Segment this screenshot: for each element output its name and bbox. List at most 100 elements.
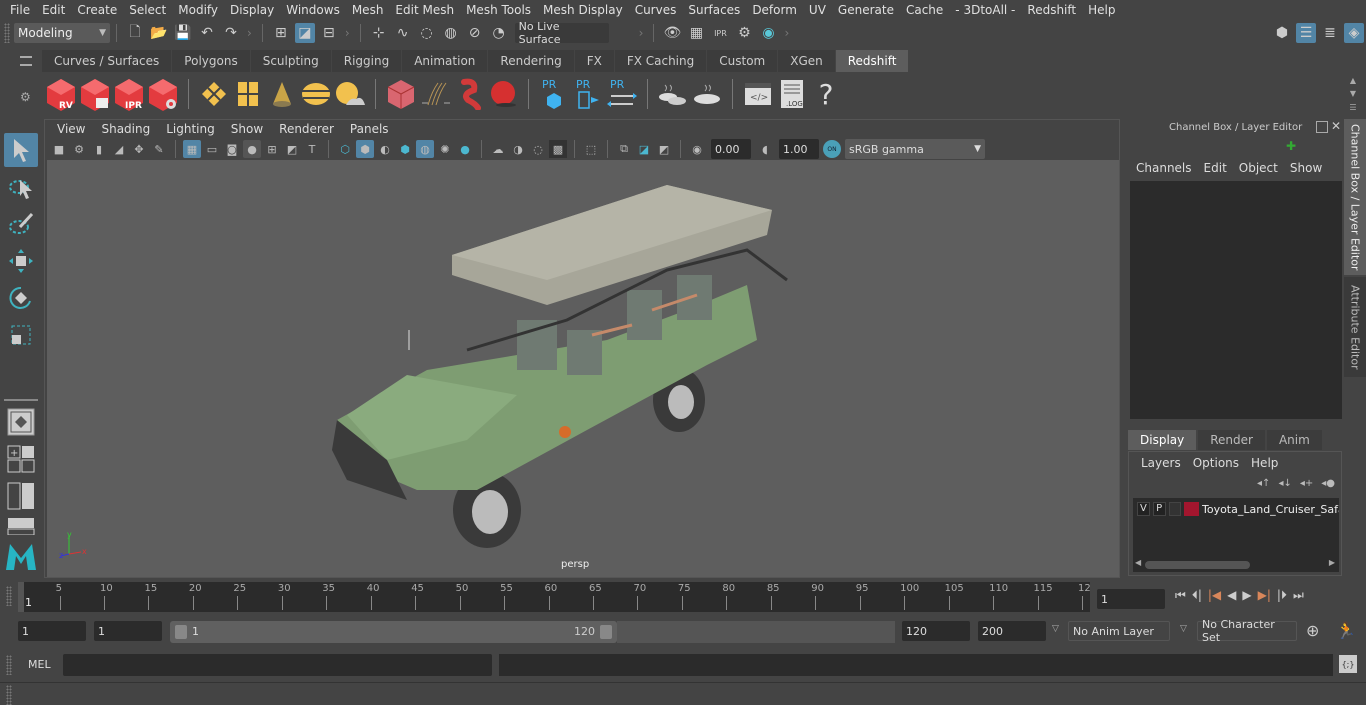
shelf-tab-sculpting[interactable]: Sculpting [250,50,331,72]
current-frame-field[interactable]: 1 [1097,589,1165,609]
paint-select-tool[interactable] [4,207,38,241]
character-set-dropdown[interactable]: No Character Set [1197,618,1297,644]
shelf-tab-rendering[interactable]: Rendering [488,50,574,72]
live-surface-field[interactable]: No Live Surface [514,20,609,46]
default-material-icon[interactable]: ◐ [376,140,394,158]
menu-edit-mesh[interactable]: Edit Mesh [389,3,460,17]
viewport-menu-view[interactable]: View [49,122,93,136]
wireframe-icon[interactable]: ⬡ [336,140,354,158]
redshift-sphere-icon[interactable] [487,76,519,112]
new-layer-selected-icon[interactable]: ◂● [1321,478,1335,489]
layer-menu-options[interactable]: Options [1187,456,1245,470]
viewport-menu-shading[interactable]: Shading [93,122,158,136]
redo-icon[interactable]: ↷ [221,23,241,43]
bake-multi-icon[interactable] [657,76,689,112]
playback-end-field[interactable]: 120 [902,621,970,641]
redshift-render-view-icon[interactable]: RV [45,76,77,112]
xray-joints-icon[interactable]: ◪ [635,140,653,158]
pr-convert-icon[interactable]: PR [606,76,638,112]
shelf-tab-fx-caching[interactable]: FX Caching [614,50,707,72]
select-object-icon[interactable]: ◪ [294,23,315,43]
attribute-editor-toggle-icon[interactable]: ☰ [1296,23,1316,43]
use-all-lights-icon[interactable]: ✺ [436,140,454,158]
layer-tab-render[interactable]: Render [1198,430,1265,450]
redshift-dome-light-icon[interactable] [300,76,332,112]
stacked-layout-icon[interactable] [4,516,38,536]
redshift-hair-icon[interactable] [419,76,451,112]
move-layer-up-icon[interactable]: ◂↑ [1257,478,1270,489]
go-to-start-icon[interactable]: ⏮ [1175,588,1186,603]
layer-menu-layers[interactable]: Layers [1135,456,1187,470]
snap-curve-icon[interactable]: ∿ [393,23,413,43]
shelf-tab-curves-surfaces[interactable]: Curves / Surfaces [42,50,172,72]
go-to-end-icon[interactable]: ⏭ [1293,588,1304,603]
gamma-icon[interactable]: ◖ [756,140,774,158]
layer-playback-toggle[interactable]: P [1152,502,1166,516]
playback-start-field[interactable]: 1 [94,621,162,641]
layer-tab-anim[interactable]: Anim [1266,430,1322,450]
range-end-handle[interactable] [600,625,612,639]
pr-mesh-icon[interactable]: PR [538,76,570,112]
shelf-tab-animation[interactable]: Animation [402,50,488,72]
shelf-tab-polygons[interactable]: Polygons [172,50,250,72]
new-scene-icon[interactable]: 🗋 [125,23,145,43]
play-backwards-icon[interactable]: ◀ [1227,588,1236,603]
grid-toggle-icon[interactable]: ▦ [183,140,201,158]
exposure-field[interactable]: 0.00 [711,139,751,159]
menu-file[interactable]: File [4,3,36,17]
menu-mesh-tools[interactable]: Mesh Tools [460,3,537,17]
snap-grid-icon[interactable]: ⊹ [369,23,389,43]
shelf-scroll[interactable]: ▲ ▼ ☰ [1346,74,1360,114]
menu-3dtoall[interactable]: - 3DtoAll - [949,3,1021,17]
outliner-layout-icon[interactable] [4,479,38,513]
script-language-toggle[interactable]: MEL [28,658,51,671]
open-scene-icon[interactable]: 📂 [149,23,169,43]
timeline-track[interactable]: 1 5 10 15 20 25 30 35 40 45 50 55 60 65 70 75 80 85 90 95 1… [18,582,1091,612]
tool-settings-toggle-icon[interactable]: ≣ [1320,23,1340,43]
bookmark-icon[interactable]: ▮ [90,140,108,158]
xray-icon[interactable]: ⧉ [615,140,633,158]
select-hierarchy-icon[interactable]: ⊞ [271,23,291,43]
range-start-handle[interactable] [175,625,187,639]
layer-name[interactable]: Toyota_Land_Cruiser_Safari [1202,503,1339,516]
redshift-ies-light-icon[interactable] [266,76,298,112]
redshift-ipr-icon[interactable]: IPR [113,76,145,112]
step-forward-frame-icon[interactable]: |⏵ [1277,588,1287,603]
menu-mesh[interactable]: Mesh [346,3,390,17]
layer-reference-toggle[interactable] [1168,502,1182,516]
menu-cache[interactable]: Cache [900,3,949,17]
bake-single-icon[interactable] [691,76,723,112]
select-component-icon[interactable]: ⊟ [319,23,339,43]
channel-menu-show[interactable]: Show [1284,161,1328,175]
safe-action-icon[interactable]: ◩ [283,140,301,158]
pr-export-icon[interactable]: PR [572,76,604,112]
3d-viewport[interactable]: y x z persp [47,160,1119,577]
script-editor-button[interactable]: {;} [1339,655,1357,673]
shelf-tab-fx[interactable]: FX [574,50,614,72]
mode-dropdown[interactable]: Modeling ▼ [14,23,110,43]
channel-menu-object[interactable]: Object [1233,161,1284,175]
ipr-render-icon[interactable]: IPR [710,23,730,43]
channel-menu-channels[interactable]: Channels [1130,161,1198,175]
command-input[interactable] [63,654,492,676]
shelf-menu-icon[interactable] [20,56,32,66]
end-time-field[interactable]: 200 [978,621,1046,641]
single-pane-layout-icon[interactable] [4,405,38,439]
camera-select-icon[interactable]: ■ [50,140,68,158]
safe-title-icon[interactable]: T [303,140,321,158]
move-tool[interactable] [4,244,38,278]
redshift-batch-render-icon[interactable] [79,76,111,112]
shadows-icon[interactable]: ● [456,140,474,158]
select-tool[interactable] [4,133,38,167]
step-forward-key-icon[interactable]: ▶| [1258,588,1271,603]
color-management-toggle[interactable]: ON [823,140,841,158]
render-view-icon[interactable]: 👁 [662,23,682,43]
isolate-select-icon[interactable]: ⬚ [582,140,600,158]
image-plane-icon[interactable]: ◢ [110,140,128,158]
resolution-gate-icon[interactable]: ◙ [223,140,241,158]
viewport-menu-lighting[interactable]: Lighting [158,122,223,136]
layer-color-swatch[interactable] [1184,502,1199,516]
xray-active-icon[interactable]: ◩ [655,140,673,158]
viewport-menu-panels[interactable]: Panels [342,122,397,136]
play-forwards-icon[interactable]: ▶ [1242,588,1251,603]
